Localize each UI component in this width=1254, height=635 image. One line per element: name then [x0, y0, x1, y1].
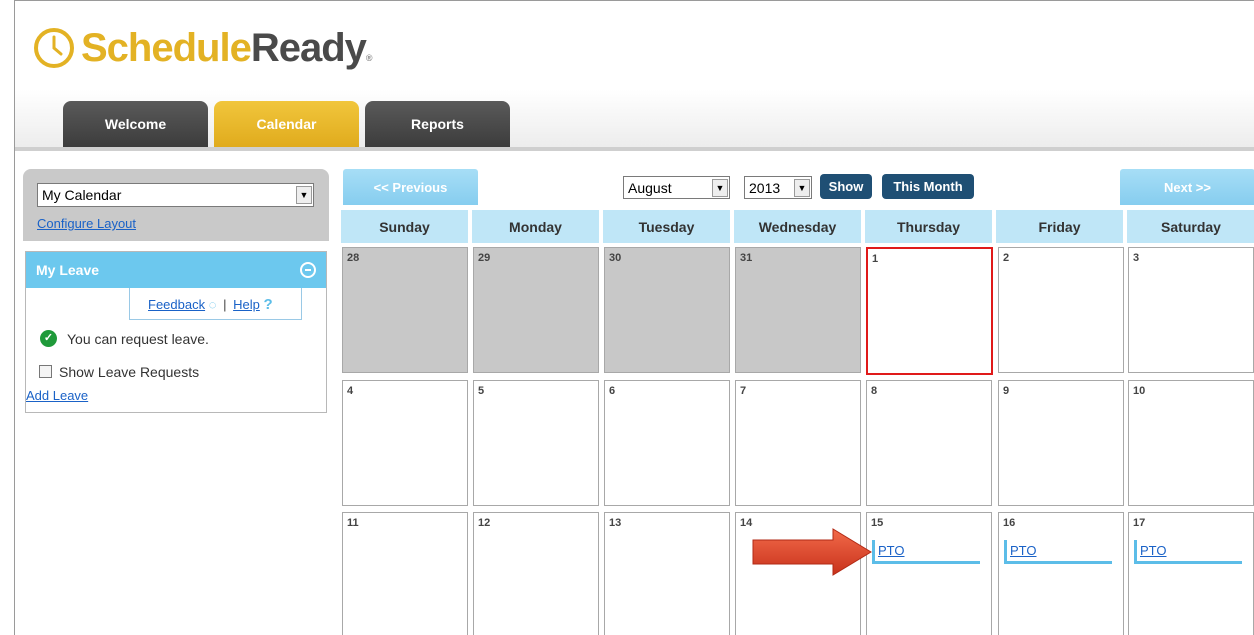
pto-event-link[interactable]: PTO — [1140, 543, 1167, 558]
day-header-tuesday: Tuesday — [603, 210, 730, 243]
calendar-day-cell[interactable]: 15 PTO — [866, 512, 992, 635]
day-number: 1 — [872, 253, 879, 265]
day-number: 6 — [609, 385, 616, 397]
pto-event: PTO — [872, 540, 980, 564]
show-leave-requests-checkbox[interactable] — [39, 365, 52, 378]
clock-icon — [34, 28, 74, 68]
calendar-day-cell[interactable]: 30 — [604, 247, 730, 373]
day-number: 3 — [1133, 252, 1140, 264]
calendar-day-cell[interactable]: 3 — [1128, 247, 1254, 373]
pto-event-link[interactable]: PTO — [878, 543, 905, 558]
day-number: 12 — [478, 517, 491, 529]
calendar-select-value: My Calendar — [42, 187, 122, 203]
help-link[interactable]: Help — [233, 297, 260, 312]
day-number: 4 — [347, 385, 354, 397]
speech-bubble-icon: ◌ — [208, 297, 217, 312]
calendar-day-cell[interactable]: 6 — [604, 380, 730, 506]
dropdown-arrow-icon: ▼ — [296, 186, 312, 204]
day-header-thursday: Thursday — [865, 210, 992, 243]
day-number: 30 — [609, 252, 622, 264]
day-header-saturday: Saturday — [1127, 210, 1254, 243]
day-number: 2 — [1003, 252, 1010, 264]
day-number: 13 — [609, 517, 622, 529]
day-number: 5 — [478, 385, 485, 397]
day-number: 11 — [347, 517, 359, 529]
pto-event: PTO — [1134, 540, 1242, 564]
calendar-day-cell[interactable]: 7 — [735, 380, 861, 506]
my-leave-header: My Leave — [26, 252, 326, 288]
day-number: 28 — [347, 252, 360, 264]
day-number: 9 — [1003, 385, 1010, 397]
year-select[interactable]: 2013 ▼ — [744, 176, 812, 199]
previous-month-button[interactable]: << Previous — [343, 169, 478, 205]
my-leave-panel: My Leave Feedback ◌ | Help ? ✓ You can r… — [25, 251, 327, 413]
header: ScheduleReady® Welcome Calendar Reports — [15, 1, 1254, 149]
configure-layout-link[interactable]: Configure Layout — [37, 216, 136, 231]
my-leave-title: My Leave — [36, 262, 100, 278]
header-divider — [15, 147, 1254, 151]
collapse-icon[interactable] — [300, 262, 316, 278]
next-month-button[interactable]: Next >> — [1120, 169, 1254, 205]
feedback-link[interactable]: Feedback — [148, 297, 205, 312]
calendar-day-cell[interactable]: 9 — [998, 380, 1124, 506]
calendar-day-cell-today[interactable]: 1 — [866, 247, 993, 375]
tab-reports[interactable]: Reports — [365, 101, 510, 147]
pto-event: PTO — [1004, 540, 1112, 564]
day-number: 16 — [1003, 517, 1016, 529]
day-number: 17 — [1133, 517, 1146, 529]
leave-status-text: You can request leave. — [67, 331, 209, 347]
calendar-day-cell[interactable]: 17 PTO — [1128, 512, 1254, 635]
question-icon: ? — [263, 296, 273, 313]
month-select-value: August — [628, 180, 672, 196]
tab-calendar[interactable]: Calendar — [214, 101, 359, 147]
day-number: 10 — [1133, 385, 1146, 397]
show-button[interactable]: Show — [820, 174, 872, 199]
calendar-selector-panel: My Calendar ▼ Configure Layout — [23, 169, 329, 241]
day-header-wednesday: Wednesday — [734, 210, 861, 243]
link-separator: | — [223, 297, 227, 312]
calendar-day-cell[interactable]: 10 — [1128, 380, 1254, 506]
calendar-day-cell[interactable]: 8 — [866, 380, 992, 506]
calendar-day-cell[interactable]: 2 — [998, 247, 1124, 373]
calendar-day-cell[interactable]: 29 — [473, 247, 599, 373]
calendar-day-cell[interactable]: 28 — [342, 247, 468, 373]
day-header-sunday: Sunday — [341, 210, 468, 243]
tab-welcome[interactable]: Welcome — [63, 101, 208, 147]
calendar-day-cell[interactable]: 12 — [473, 512, 599, 635]
month-select[interactable]: August ▼ — [623, 176, 730, 199]
day-number: 29 — [478, 252, 491, 264]
annotation-arrow-icon — [752, 528, 872, 576]
year-select-value: 2013 — [749, 180, 781, 196]
year-dropdown-arrow-icon: ▼ — [794, 179, 810, 197]
calendar-day-cell[interactable]: 4 — [342, 380, 468, 506]
day-header-monday: Monday — [472, 210, 599, 243]
month-dropdown-arrow-icon: ▼ — [712, 179, 728, 197]
main-tabs: Welcome Calendar Reports — [63, 101, 510, 147]
day-number: 8 — [871, 385, 878, 397]
calendar-day-cell[interactable]: 16 PTO — [998, 512, 1124, 635]
calendar-day-cell[interactable]: 11 — [342, 512, 468, 635]
day-header-friday: Friday — [996, 210, 1123, 243]
logo-text: ScheduleReady® — [81, 26, 372, 70]
day-number: 7 — [740, 385, 747, 397]
add-leave-link[interactable]: Add Leave — [26, 388, 88, 403]
this-month-button[interactable]: This Month — [882, 174, 974, 199]
pto-event-link[interactable]: PTO — [1010, 543, 1037, 558]
calendar-select[interactable]: My Calendar ▼ — [37, 183, 314, 207]
show-leave-requests-label: Show Leave Requests — [59, 364, 200, 380]
calendar-day-cell[interactable]: 5 — [473, 380, 599, 506]
logo: ScheduleReady® — [33, 23, 372, 73]
calendar-day-cell[interactable]: 31 — [735, 247, 861, 373]
calendar-day-cell[interactable]: 13 — [604, 512, 730, 635]
app-window: ScheduleReady® Welcome Calendar Reports … — [14, 0, 1254, 635]
day-number: 31 — [740, 252, 753, 264]
checkmark-icon: ✓ — [40, 330, 57, 347]
feedback-help-box: Feedback ◌ | Help ? — [129, 288, 302, 320]
